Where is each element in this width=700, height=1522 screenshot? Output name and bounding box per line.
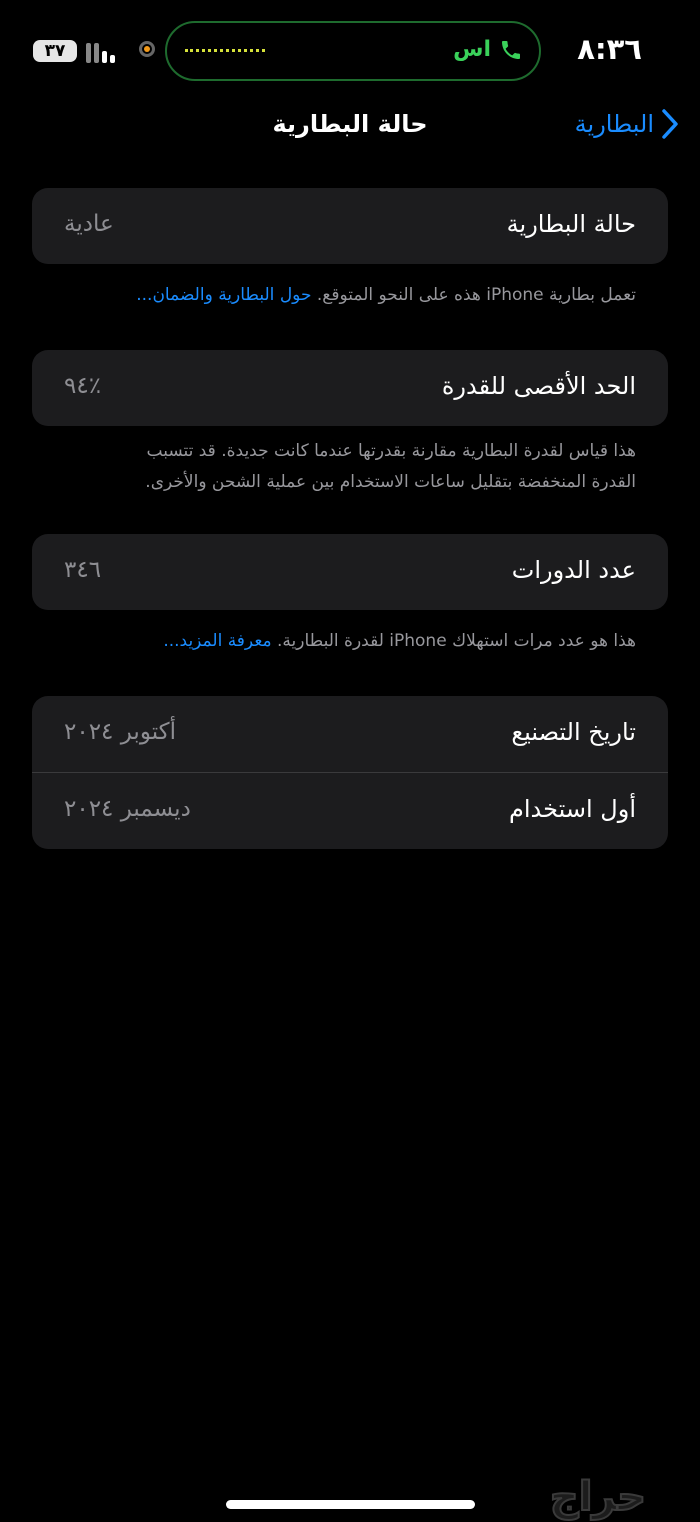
home-indicator[interactable] [226,1500,475,1509]
battery-condition-value: عادية [64,211,114,237]
dynamic-island-call[interactable]: اس [165,21,541,81]
manufacture-date-label: تاريخ التصنيع [511,718,636,746]
max-capacity-note-line1: هذا قياس لقدرة البطارية مقارنة بقدرتها ع… [146,441,637,461]
manufacture-date-row: تاريخ التصنيع أكتوبر ٢٠٢٤ [32,696,668,772]
chevron-right-icon [662,109,678,139]
max-capacity-value: ٪٩٤ [64,373,102,399]
first-use-row: أول استخدام ديسمبر ٢٠٢٤ [32,772,668,849]
max-capacity-group: الحد الأقصى للقدرة ٪٩٤ [32,350,668,426]
audio-waveform-icon [185,49,265,56]
back-button-label: البطارية [574,110,654,138]
recording-indicator-icon [139,41,155,57]
battery-condition-note-text: تعمل بطارية iPhone هذه على النحو المتوقع… [316,285,636,305]
battery-warranty-link[interactable]: حول البطارية والضمان... [136,285,311,305]
max-capacity-row: الحد الأقصى للقدرة ٪٩٤ [32,350,668,426]
max-capacity-footnote: هذا قياس لقدرة البطارية مقارنة بقدرتها ع… [66,436,636,498]
clock: ٨:٣٦ [577,32,642,66]
cycle-count-note-text: هذا هو عدد مرات استهلاك iPhone لقدرة الب… [277,631,636,651]
cycle-count-footnote: هذا هو عدد مرات استهلاك iPhone لقدرة الب… [66,626,636,657]
cycle-count-group: عدد الدورات ٣٤٦ [32,534,668,610]
call-label: اس [453,37,491,62]
battery-icon: ٣٧ [33,40,77,62]
battery-condition-label: حالة البطارية [506,210,636,238]
cycle-count-value: ٣٤٦ [64,557,102,583]
max-capacity-label: الحد الأقصى للقدرة [441,372,636,400]
learn-more-link[interactable]: معرفة المزيد... [163,631,271,651]
first-use-label: أول استخدام [509,795,636,823]
status-bar: ٨:٣٦ اس ٣٧ [0,0,700,100]
cycle-count-row: عدد الدورات ٣٤٦ [32,534,668,610]
battery-condition-group: حالة البطارية عادية [32,188,668,264]
first-use-value: ديسمبر ٢٠٢٤ [64,796,191,822]
dates-group: تاريخ التصنيع أكتوبر ٢٠٢٤ أول استخدام دي… [32,696,668,849]
cycle-count-label: عدد الدورات [511,556,636,584]
haraj-watermark: حراج [549,1473,647,1521]
phone-icon [502,41,520,59]
battery-condition-footnote: تعمل بطارية iPhone هذه على النحو المتوقع… [66,280,636,311]
back-button[interactable]: البطارية [575,108,680,140]
cellular-signal-icon [86,41,120,63]
max-capacity-note-line2: القدرة المنخفضة بتقليل ساعات الاستخدام ب… [145,472,636,492]
battery-condition-row: حالة البطارية عادية [32,188,668,264]
manufacture-date-value: أكتوبر ٢٠٢٤ [64,719,176,745]
